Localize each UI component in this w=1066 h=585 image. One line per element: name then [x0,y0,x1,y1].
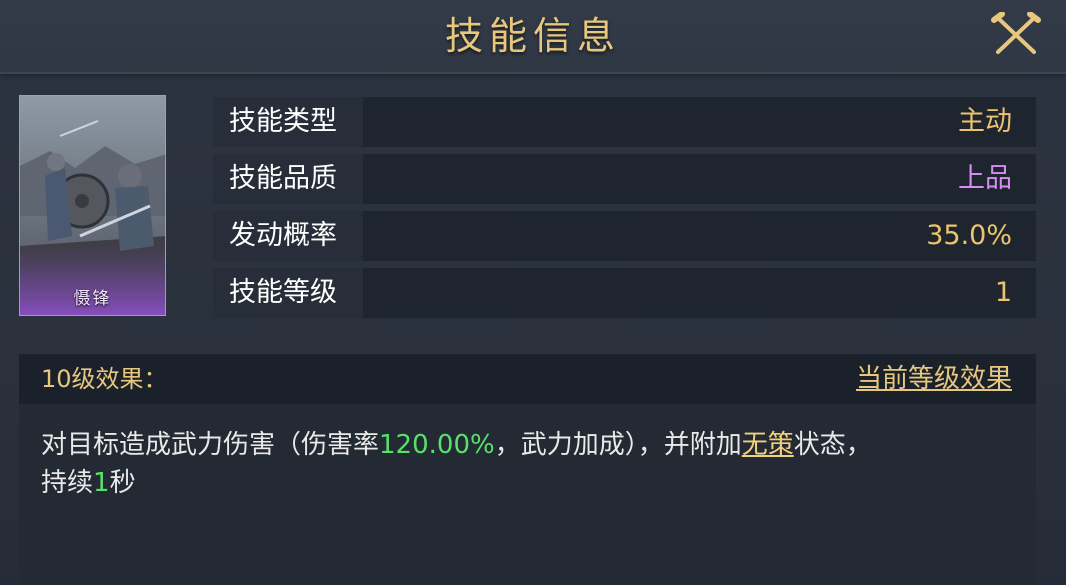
current-level-effect-link[interactable]: 当前等级效果 [856,354,1012,404]
skill-artwork [20,96,165,315]
info-row-skill-type: 技能类型 主动 [213,97,1036,147]
info-label: 技能品质 [213,154,363,204]
info-value: 上品 [958,163,1012,194]
info-row-trigger-rate: 发动概率 35.0% [213,211,1036,261]
crossed-swords-close-icon [991,11,1041,54]
info-label: 技能等级 [213,268,363,318]
info-row-skill-quality: 技能品质 上品 [213,154,1036,204]
damage-rate-value: 120.00% [379,430,495,460]
info-value: 主动 [958,106,1012,137]
close-button[interactable] [990,11,1042,58]
effect-text: ，武力加成），并附加 [494,430,742,460]
duration-value: 1 [93,468,110,498]
effect-text: 秒 [109,468,136,498]
info-value: 35.0% [926,220,1012,251]
skill-card[interactable]: 慑锋 [19,95,166,316]
info-value: 1 [994,277,1012,308]
info-label: 技能类型 [213,97,363,147]
effect-description: 对目标造成武力伤害（伤害率120.00%，武力加成），并附加无策状态， 持续1秒 [41,426,1011,502]
effect-section: 10级效果： 当前等级效果 对目标造成武力伤害（伤害率120.00%，武力加成）… [19,354,1036,585]
skill-info-panel: 技能信息 慑锋 技能类型 主动 技能品质 上品 发动概率 35.0% 技能等级 … [0,0,1066,585]
effect-text: 状态， [793,430,872,460]
effect-text: 对目标造成武力伤害（伤害率 [41,430,380,460]
skill-card-name: 慑锋 [73,289,112,309]
effect-text: 持续 [41,468,94,498]
status-wuce-link[interactable]: 无策 [742,430,794,460]
effect-header: 10级效果： 当前等级效果 [19,354,1036,404]
info-row-skill-level: 技能等级 1 [213,268,1036,318]
page-title: 技能信息 [444,14,621,58]
effect-title: 10级效果： [41,365,168,393]
info-label: 发动概率 [213,211,363,261]
